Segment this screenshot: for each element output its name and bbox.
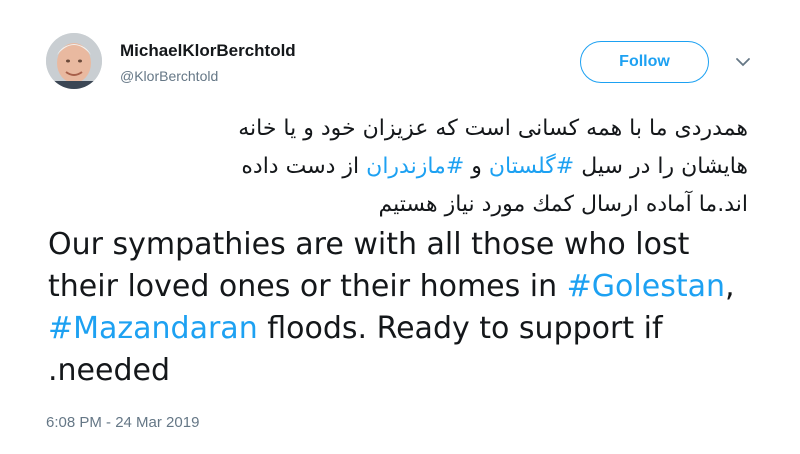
follow-button[interactable]: Follow xyxy=(580,41,709,83)
tweet-fa-text-2b: و xyxy=(464,154,489,179)
hashtag-golestan[interactable]: #Golestan xyxy=(567,269,725,304)
tweet-fa-line-3: اند.ما آماده ارسال کمك مورد نیاز هستیم xyxy=(44,186,756,224)
tweet-en-line-2: their loved ones or their homes in #Gole… xyxy=(44,266,756,308)
avatar-photo xyxy=(46,33,102,89)
chevron-down-icon[interactable] xyxy=(735,56,751,68)
tweet-fa-line-2: هایشان را در سیل #گلستان و #مازندران از … xyxy=(44,148,756,186)
hashtag-mazandaran[interactable]: #Mazandaran xyxy=(48,311,258,346)
display-name[interactable]: MichaelKlorBerchtold xyxy=(120,41,296,61)
hashtag-golestan-fa[interactable]: #گلستان xyxy=(489,154,574,179)
tweet-fa-text-2a: هایشان را در سیل xyxy=(574,154,748,179)
avatar[interactable] xyxy=(46,33,102,89)
tweet-timestamp[interactable]: 6:08 PM - 24 Mar 2019 xyxy=(46,414,199,431)
tweet-en-line-1: Our sympathies are with all those who lo… xyxy=(48,227,690,262)
hashtag-mazandaran-fa[interactable]: #مازندران xyxy=(366,154,464,179)
tweet-fa-text-1: همدردی ما با همه کسانی است که عزیزان خود… xyxy=(238,116,748,141)
tweet-en-text-2a: their loved ones or their homes in xyxy=(48,269,567,304)
tweet-fa-text-2c: از دست داده xyxy=(241,154,367,179)
tweet-en-line-3: #Mazandaran floods. Ready to support if xyxy=(44,308,756,350)
tweet-text: همدردی ما با همه کسانی است که عزیزان خود… xyxy=(44,110,756,392)
tweet-fa-line-1: همدردی ما با همه کسانی است که عزیزان خود… xyxy=(44,110,756,148)
tweet-en-text-3: floods. Ready to support if xyxy=(257,311,663,346)
user-handle[interactable]: @KlorBerchtold xyxy=(120,68,218,84)
tweet-en-line-4: .needed xyxy=(48,353,171,388)
tweet-fa-text-3: اند.ما آماده ارسال کمك مورد نیاز هستیم xyxy=(378,192,748,217)
tweet-en-text-2b: , xyxy=(725,269,735,304)
